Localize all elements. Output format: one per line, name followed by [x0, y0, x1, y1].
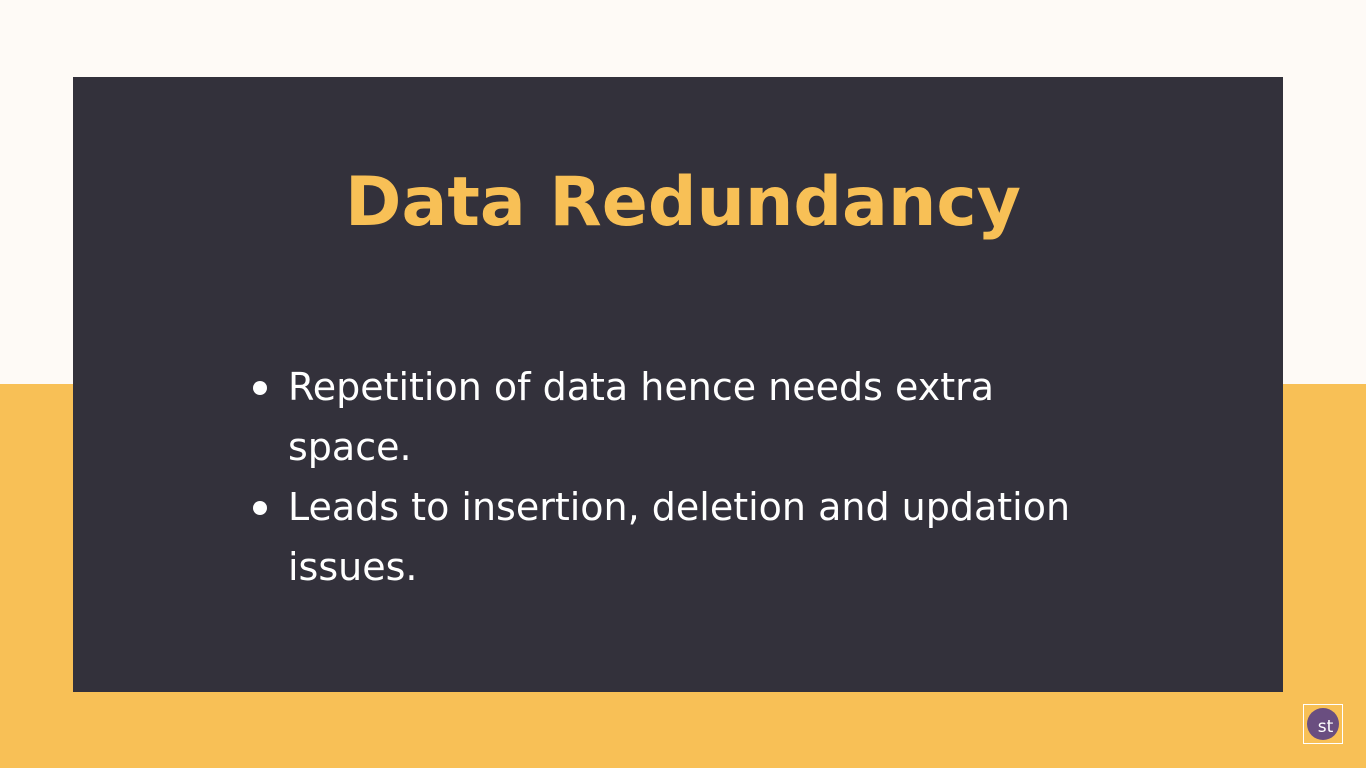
logo-text: st — [1317, 716, 1334, 737]
bullet-item: Leads to insertion, deletion and updatio… — [250, 477, 1080, 597]
logo-icon: st — [1307, 708, 1339, 740]
bullet-text: Repetition of data hence needs extra spa… — [288, 365, 995, 469]
bullet-text: Leads to insertion, deletion and updatio… — [288, 485, 1071, 589]
bullet-dot-icon — [253, 381, 267, 395]
bullet-dot-icon — [253, 501, 267, 515]
slide-title: Data Redundancy — [345, 163, 1021, 242]
bullet-list: Repetition of data hence needs extra spa… — [250, 357, 1080, 597]
bullet-item: Repetition of data hence needs extra spa… — [250, 357, 1080, 477]
channel-logo[interactable]: st — [1303, 704, 1343, 744]
